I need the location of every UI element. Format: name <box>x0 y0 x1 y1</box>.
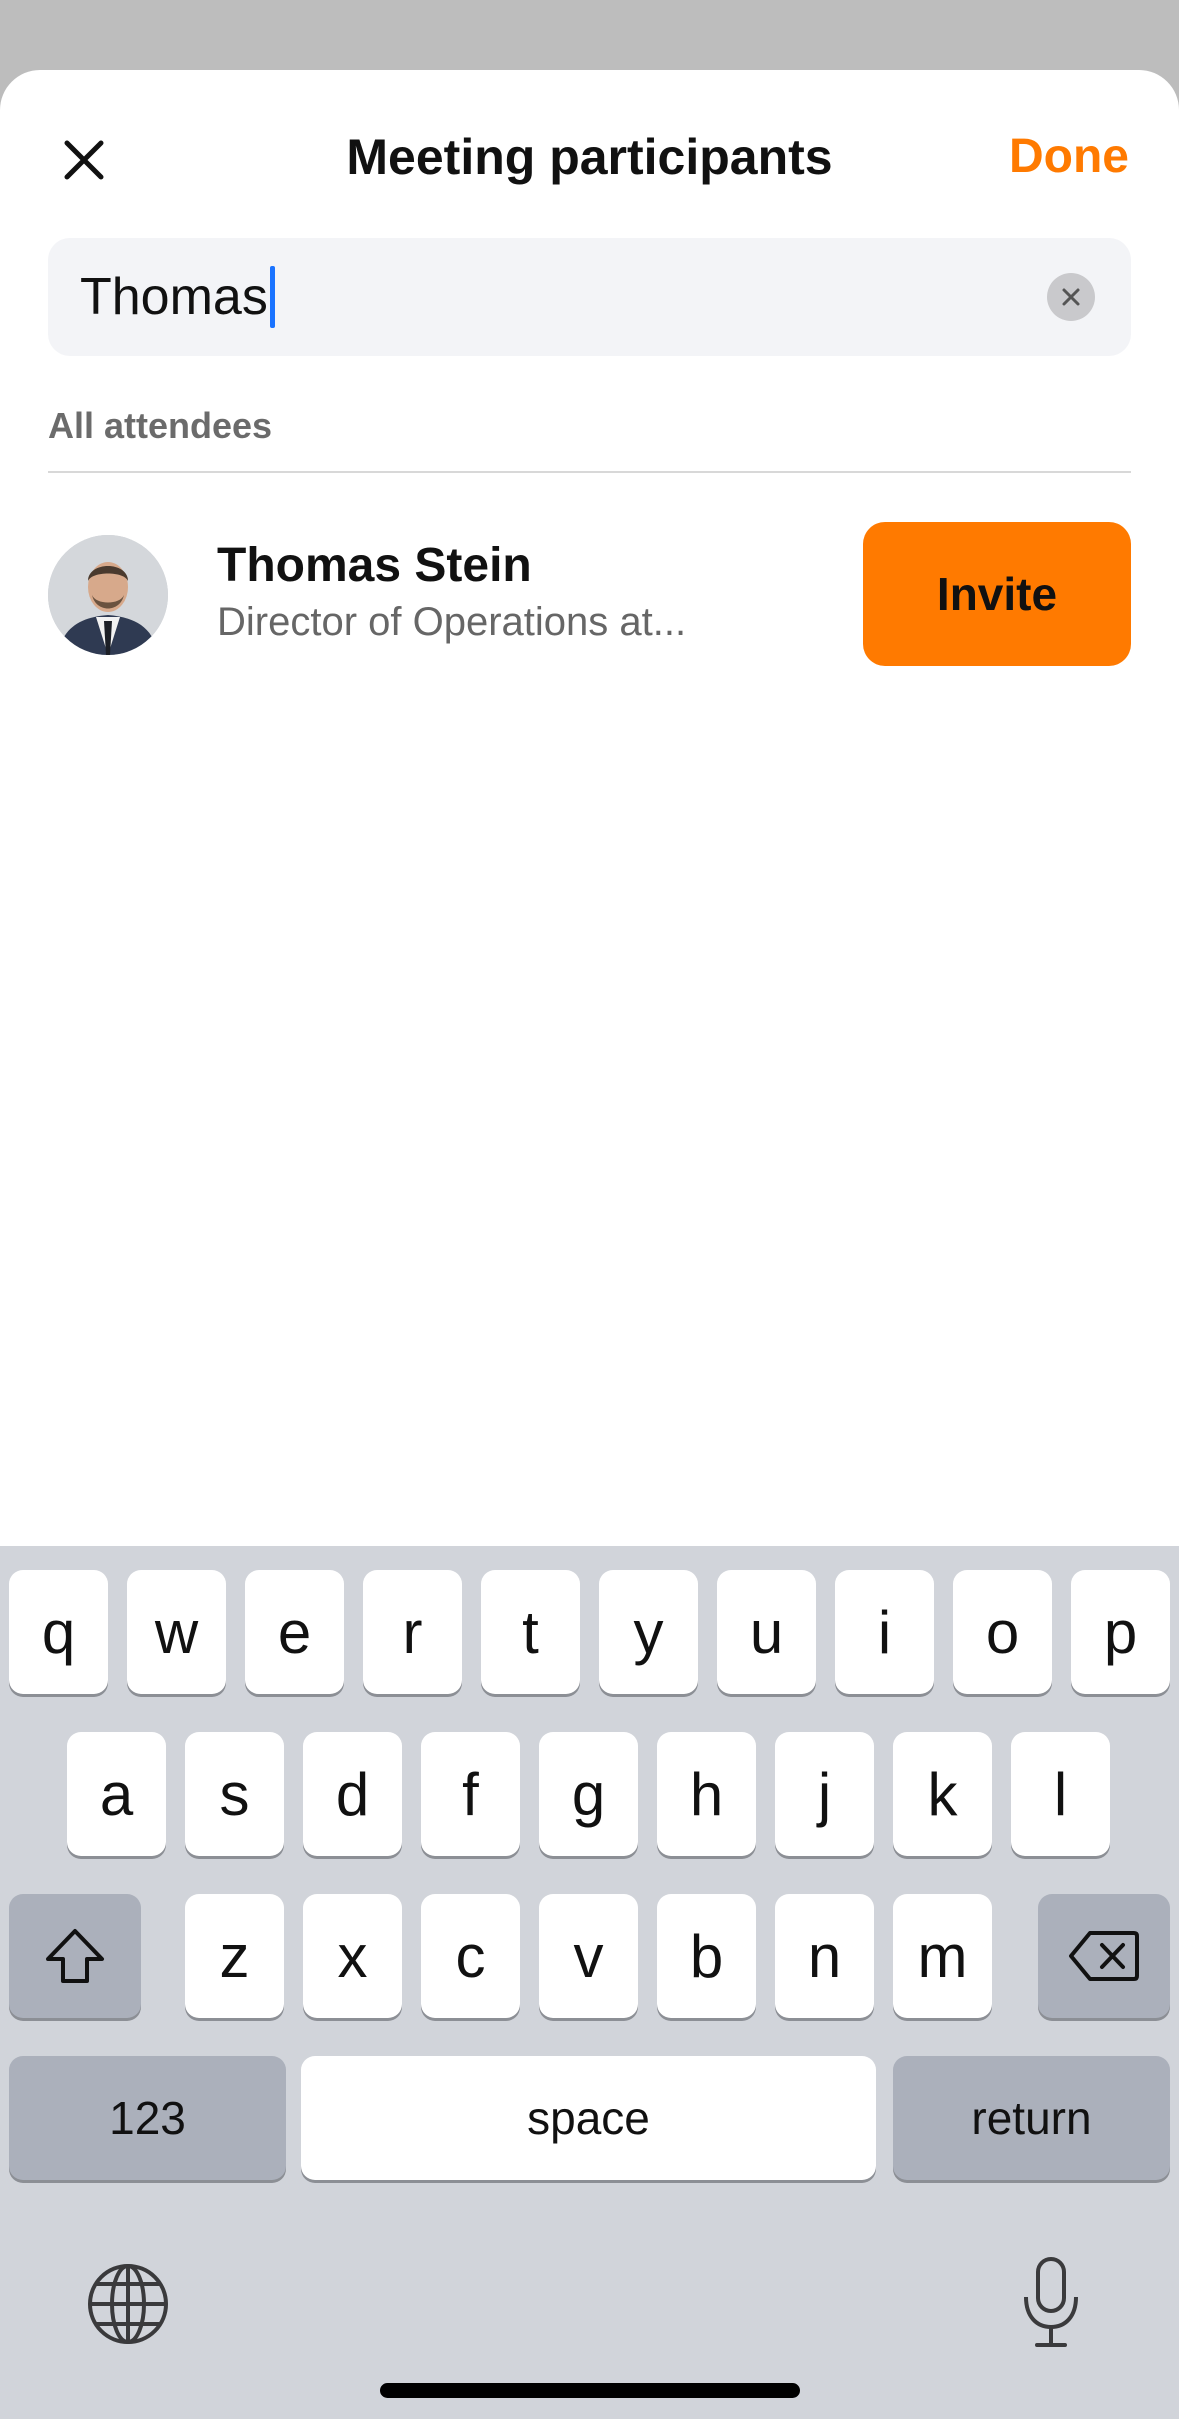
key-h[interactable]: h <box>657 1732 756 1856</box>
key-y[interactable]: y <box>599 1570 698 1694</box>
attendee-name: Thomas Stein <box>217 539 532 592</box>
key-r[interactable]: r <box>363 1570 462 1694</box>
attendee-row[interactable]: Thomas Stein Director of Operations at..… <box>48 522 1131 670</box>
key-q[interactable]: q <box>9 1570 108 1694</box>
clear-search-button[interactable] <box>1047 273 1095 321</box>
key-a[interactable]: a <box>67 1732 166 1856</box>
key-u[interactable]: u <box>717 1570 816 1694</box>
search-input-text: Thomas <box>80 268 268 326</box>
avatar-image <box>48 535 168 655</box>
keyboard: q w e r t y u i o p a s d f g h j k l z … <box>0 1546 1179 2419</box>
search-field[interactable]: Thomas <box>48 238 1131 356</box>
key-c[interactable]: c <box>421 1894 520 2018</box>
shift-icon <box>46 1929 104 1983</box>
done-button[interactable]: Done <box>1009 122 1129 192</box>
text-caret <box>269 266 275 328</box>
microphone-icon <box>1024 2257 1078 2347</box>
avatar <box>48 535 168 655</box>
delete-key[interactable] <box>1038 1894 1170 2018</box>
key-n[interactable]: n <box>775 1894 874 2018</box>
key-o[interactable]: o <box>953 1570 1052 1694</box>
key-p[interactable]: p <box>1071 1570 1170 1694</box>
numbers-key[interactable]: 123 <box>9 2056 286 2180</box>
key-d[interactable]: d <box>303 1732 402 1856</box>
globe-icon <box>88 2264 168 2344</box>
key-s[interactable]: s <box>185 1732 284 1856</box>
attendee-title: Director of Operations at... <box>217 600 687 644</box>
key-l[interactable]: l <box>1011 1732 1110 1856</box>
key-m[interactable]: m <box>893 1894 992 2018</box>
key-t[interactable]: t <box>481 1570 580 1694</box>
key-v[interactable]: v <box>539 1894 638 2018</box>
key-f[interactable]: f <box>421 1732 520 1856</box>
key-g[interactable]: g <box>539 1732 638 1856</box>
key-x[interactable]: x <box>303 1894 402 2018</box>
divider <box>48 471 1131 473</box>
clear-icon <box>1062 288 1080 306</box>
search-input[interactable]: Thomas <box>80 266 275 328</box>
backspace-icon <box>1069 1931 1139 1981</box>
key-e[interactable]: e <box>245 1570 344 1694</box>
section-header: All attendees <box>48 405 273 446</box>
microphone-button[interactable] <box>1003 2248 1099 2358</box>
shift-key[interactable] <box>9 1894 141 2018</box>
key-k[interactable]: k <box>893 1732 992 1856</box>
space-key[interactable]: space <box>301 2056 876 2180</box>
globe-button[interactable] <box>80 2256 176 2352</box>
key-j[interactable]: j <box>775 1732 874 1856</box>
page-title: Meeting participants <box>346 129 833 185</box>
key-i[interactable]: i <box>835 1570 934 1694</box>
dimmed-background <box>0 0 1179 80</box>
key-b[interactable]: b <box>657 1894 756 2018</box>
home-indicator <box>380 2383 800 2398</box>
invite-button[interactable]: Invite <box>863 522 1131 666</box>
key-z[interactable]: z <box>185 1894 284 2018</box>
key-w[interactable]: w <box>127 1570 226 1694</box>
return-key[interactable]: return <box>893 2056 1170 2180</box>
